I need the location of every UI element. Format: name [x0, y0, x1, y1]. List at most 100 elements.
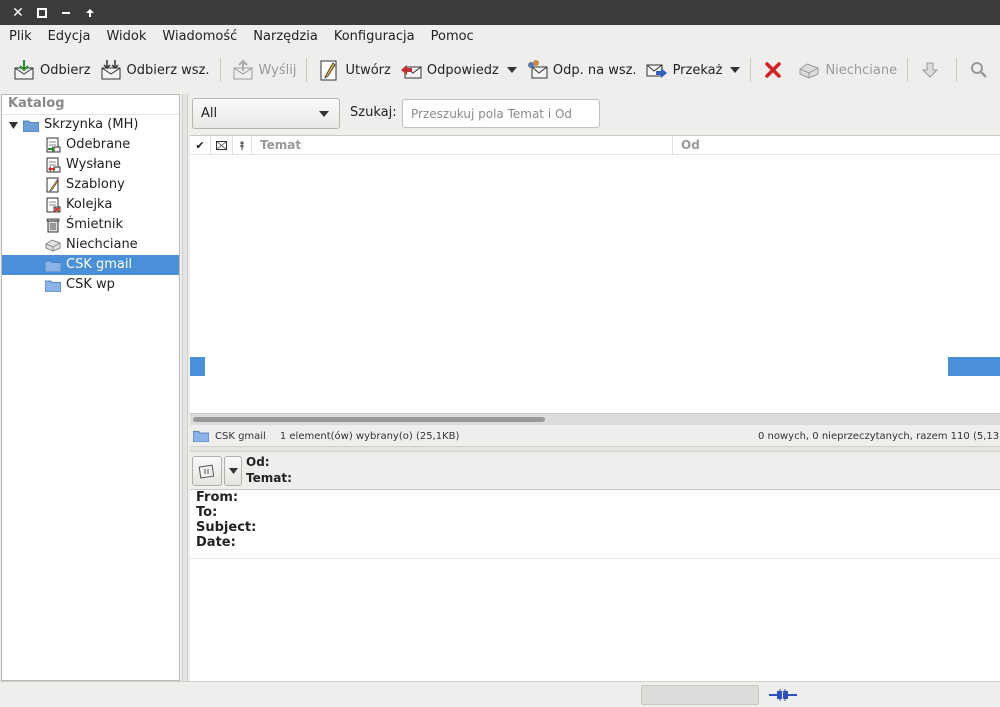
send-icon: [231, 58, 255, 82]
forward-dropdown-arrow[interactable]: [726, 53, 744, 87]
message-preview-body[interactable]: From: To: Subject: Date:: [190, 489, 1000, 681]
status-totals: 0 nowych, 0 nieprzeczytanych, razem 110 …: [758, 430, 1000, 442]
reply-all-icon: [525, 58, 549, 82]
reply-dropdown-arrow[interactable]: [503, 53, 521, 87]
message-list-header: ✔ Temat Od: [190, 136, 1000, 155]
reply-label: Odpowiedz: [426, 62, 499, 78]
magnifier-icon: [967, 58, 991, 82]
compose-button[interactable]: Utwórz: [313, 53, 394, 87]
folder-label: Szablony: [66, 177, 125, 192]
down-arrow-icon: [918, 58, 942, 82]
junk-icon: [797, 58, 821, 82]
queue-icon: [44, 197, 62, 213]
column-mark[interactable]: ✔: [190, 136, 211, 155]
preview-from-label: Od:: [246, 455, 270, 469]
header-subject-label: Subject:: [196, 520, 257, 535]
folder-status-line: CSK gmail 1 element(ów) wybrany(o) (25,1…: [190, 426, 1000, 446]
mime-dropdown-arrow[interactable]: [224, 456, 242, 486]
scrollbar-thumb[interactable]: [193, 417, 545, 422]
folder-icon: [193, 430, 209, 442]
folder-label: Odebrane: [66, 137, 131, 152]
menu-help[interactable]: Pomoc: [423, 25, 482, 48]
folder-pane: Katalog Skrzynka (MH) Odebrane Wysłane S…: [1, 94, 180, 681]
receive-label: Odbierz: [40, 62, 91, 78]
selected-row-indicator[interactable]: [948, 357, 1000, 376]
column-attachment[interactable]: [233, 136, 252, 155]
expander-icon[interactable]: [6, 121, 20, 129]
trash-icon: [44, 217, 62, 233]
pane-splitter-vertical[interactable]: [182, 94, 188, 681]
header-date-label: Date:: [196, 535, 236, 550]
folder-item-sent[interactable]: Wysłane: [2, 155, 179, 175]
receive-all-button[interactable]: Odbierz wsz.: [95, 53, 214, 87]
column-subject[interactable]: Temat: [252, 136, 673, 155]
filter-bar: All Szukaj:: [190, 94, 1000, 134]
sent-icon: [44, 157, 62, 173]
reply-all-label: Odp. na wsz.: [552, 62, 637, 78]
column-from[interactable]: Od: [673, 136, 1000, 155]
folder-item-templates[interactable]: Szablony: [2, 175, 179, 195]
inbox-icon: [44, 137, 62, 153]
folder-root-label: Skrzynka (MH): [44, 117, 139, 132]
envelope-icon: [216, 140, 227, 150]
folder-root-mailbox[interactable]: Skrzynka (MH): [2, 115, 179, 135]
folder-item-csk-gmail[interactable]: CSK gmail: [2, 255, 179, 275]
message-list[interactable]: ✔ Temat Od: [190, 135, 1000, 425]
menu-file[interactable]: Plik: [1, 25, 40, 48]
selected-row-indicator[interactable]: [190, 357, 205, 376]
minimize-window-icon[interactable]: [54, 0, 78, 25]
menu-tools[interactable]: Narzędzia: [245, 25, 326, 48]
online-status-icon[interactable]: [768, 687, 798, 703]
header-to-label: To:: [196, 505, 218, 520]
horizontal-scrollbar[interactable]: [190, 413, 1000, 425]
folder-icon: [44, 277, 62, 293]
next-message-button[interactable]: [914, 53, 950, 87]
send-button[interactable]: Wyślij: [227, 53, 301, 87]
toolbar-separator: [750, 58, 752, 82]
filter-dropdown[interactable]: All: [192, 98, 340, 129]
reply-all-button[interactable]: Odp. na wsz.: [521, 53, 641, 87]
folder-item-trash[interactable]: Śmietnik: [2, 215, 179, 235]
maximize-window-icon[interactable]: [30, 0, 54, 25]
close-window-icon[interactable]: ✕: [6, 0, 30, 25]
folder-item-queue[interactable]: Kolejka: [2, 195, 179, 215]
status-folder-name: CSK gmail: [215, 430, 266, 442]
mime-view-button[interactable]: [192, 456, 222, 486]
reply-icon: [399, 58, 423, 82]
header-from-label: From:: [196, 490, 239, 505]
delete-button[interactable]: [757, 53, 793, 87]
reply-button[interactable]: Odpowiedz: [395, 53, 503, 87]
junk-button[interactable]: Niechciane: [793, 53, 901, 87]
column-status[interactable]: [211, 136, 233, 155]
search-input[interactable]: [402, 99, 600, 128]
folder-pane-header[interactable]: Katalog: [2, 95, 179, 115]
statusbar: [0, 681, 1000, 707]
preview-subject-label: Temat:: [246, 471, 292, 485]
send-label: Wyślij: [258, 62, 297, 78]
toolbar-separator: [956, 58, 958, 82]
folder-item-junk[interactable]: Niechciane: [2, 235, 179, 255]
menu-message[interactable]: Wiadomość: [154, 25, 245, 48]
folder-item-inbox[interactable]: Odebrane: [2, 135, 179, 155]
receive-button[interactable]: Odbierz: [8, 53, 95, 87]
menu-view[interactable]: Widok: [98, 25, 154, 48]
forward-button[interactable]: Przekaż: [641, 53, 727, 87]
main-toolbar: Odbierz Odbierz wsz. Wyślij Utwórz Odpow…: [0, 49, 1000, 91]
templates-icon: [44, 177, 62, 193]
folder-item-csk-wp[interactable]: CSK wp: [2, 275, 179, 295]
paperclip-icon: [240, 140, 244, 150]
junk-icon: [44, 237, 62, 253]
folder-label: Kolejka: [66, 197, 113, 212]
menu-edit[interactable]: Edycja: [40, 25, 99, 48]
forward-label: Przekaż: [672, 62, 723, 78]
shade-window-icon[interactable]: [78, 0, 102, 25]
folder-label: Śmietnik: [66, 217, 124, 232]
folder-label: Niechciane: [66, 237, 138, 252]
message-preview-header: Od: Temat:: [190, 452, 1000, 489]
filter-selected-value: All: [201, 106, 218, 121]
toolbar-separator: [306, 58, 308, 82]
menu-configuration[interactable]: Konfiguracja: [326, 25, 423, 48]
checkmark-icon: ✔: [195, 138, 205, 152]
menubar: Plik Edycja Widok Wiadomość Narzędzia Ko…: [0, 25, 1000, 48]
search-button[interactable]: [963, 53, 999, 87]
